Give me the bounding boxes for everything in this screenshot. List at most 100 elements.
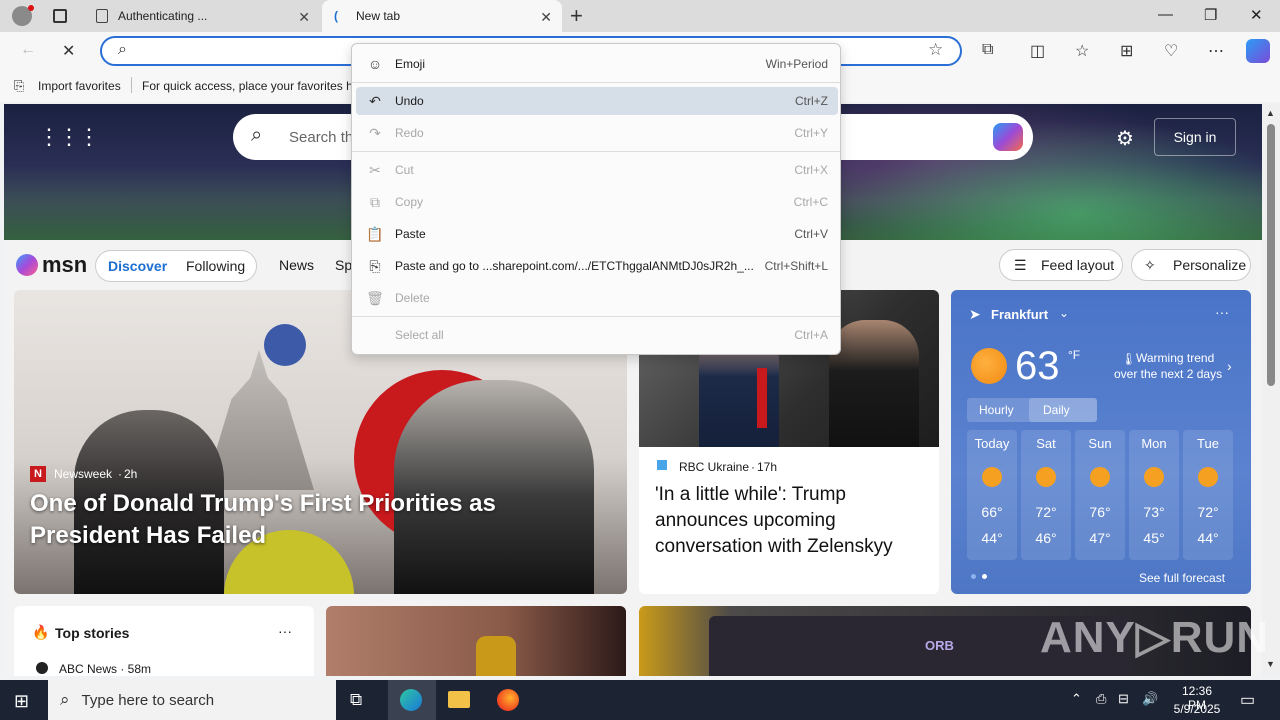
menu-item-cut[interactable]: ✂ Cut Ctrl+X <box>356 156 838 184</box>
top-stories-card: 🔥 Top stories ··· ABC News · 58m <box>14 606 314 676</box>
current-temperature: 63 <box>1015 344 1060 388</box>
close-window-button[interactable]: ✕ <box>1250 6 1263 24</box>
chevron-right-icon[interactable]: › <box>1227 358 1232 374</box>
menu-separator <box>352 151 840 152</box>
minimize-button[interactable]: — <box>1158 6 1173 23</box>
carousel-dot[interactable] <box>971 574 976 579</box>
temperature-unit[interactable]: °F <box>1068 348 1080 362</box>
feed-layout-button[interactable]: ☰ Feed layout <box>999 249 1123 281</box>
story-card[interactable] <box>326 606 626 676</box>
forecast-day[interactable]: Sat 72° 46° <box>1021 430 1071 560</box>
page-scrollbar[interactable]: ▲ ▼ <box>1262 104 1280 676</box>
edge-browser-icon[interactable] <box>400 689 422 711</box>
clock-date[interactable]: 5/9/2025 <box>1172 702 1222 716</box>
menu-item-paste[interactable]: 📋 Paste Ctrl+V <box>356 220 838 248</box>
tab-authenticating[interactable]: Authenticating ... ✕ <box>84 0 320 32</box>
chevron-up-icon[interactable]: ⌃ <box>1071 691 1082 707</box>
feed-layout-label: Feed layout <box>1041 257 1115 273</box>
copilot-icon[interactable] <box>1246 39 1270 63</box>
menu-item-emoji[interactable]: ☺ Emoji Win+Period <box>356 50 838 78</box>
new-tab-button[interactable]: + <box>570 3 583 29</box>
story-headline[interactable]: 'In a little while': Trump announces upc… <box>655 482 927 560</box>
copilot-icon[interactable] <box>993 123 1023 151</box>
performance-icon[interactable]: ♡ <box>1164 41 1178 61</box>
sun-icon <box>1144 467 1164 487</box>
menu-label: Undo <box>395 94 424 108</box>
menu-item-paste-and-go[interactable]: ⎘ Paste and go to ...sharepoint.com/.../E… <box>356 252 838 280</box>
back-arrow-icon[interactable]: ← <box>20 41 36 59</box>
menu-item-redo[interactable]: ↷ Redo Ctrl+Y <box>356 119 838 147</box>
forecast-day[interactable]: Tue 72° 44° <box>1183 430 1233 560</box>
tab-hourly[interactable]: Hourly <box>979 403 1014 417</box>
tab-news[interactable]: News <box>279 257 314 273</box>
restore-button[interactable]: ❐ <box>1204 6 1217 24</box>
windows-taskbar: ⊞ ⌕ Type here to search ⧉ ⌃ ⎙ ⊟ 🔊 12:36 … <box>0 680 1280 720</box>
personalize-label: Personalize <box>1173 257 1247 273</box>
thermometer-icon: 🌡 <box>1121 352 1137 366</box>
collections-icon[interactable]: ⊞ <box>1120 41 1133 61</box>
day-low: 47° <box>1089 530 1111 546</box>
forecast-day[interactable]: Sun 76° 47° <box>1075 430 1125 560</box>
notifications-icon[interactable]: ▭ <box>1240 690 1255 710</box>
windows-start-icon[interactable]: ⊞ <box>14 691 29 712</box>
file-explorer-icon[interactable] <box>448 691 470 708</box>
menu-item-undo[interactable]: ↶ Undo Ctrl+Z <box>356 87 838 115</box>
tab-discover[interactable]: Discover <box>108 258 167 274</box>
tab-sports[interactable]: Sp <box>335 257 352 273</box>
more-options-icon[interactable]: ··· <box>1215 304 1229 320</box>
menu-label: Copy <box>395 195 424 209</box>
weather-location[interactable]: Frankfurt <box>991 307 1048 322</box>
menu-label: Redo <box>395 126 424 140</box>
loading-spinner-icon: ( <box>334 9 338 23</box>
tab-following[interactable]: Following <box>186 258 245 274</box>
tab-new-tab[interactable]: ( New tab ✕ <box>322 0 562 32</box>
forecast-day[interactable]: Mon 73° 45° <box>1129 430 1179 560</box>
more-options-icon[interactable]: ··· <box>278 623 292 639</box>
day-low: 46° <box>1035 530 1057 546</box>
feed-toggle: Discover Following <box>95 250 257 282</box>
apps-grid-icon[interactable]: ⋮⋮⋮ <box>38 124 100 150</box>
redo-icon: ↷ <box>369 124 381 141</box>
menu-item-copy[interactable]: ⧉ Copy Ctrl+C <box>356 188 838 216</box>
scroll-up-icon[interactable]: ▲ <box>1266 108 1275 118</box>
extensions-icon[interactable]: ⧉ <box>982 41 993 59</box>
search-placeholder: Search th <box>289 129 354 146</box>
search-icon: ⌕ <box>251 124 263 146</box>
split-screen-icon[interactable]: ◫ <box>1030 41 1045 61</box>
menu-label: Paste <box>395 227 426 241</box>
firefox-icon[interactable] <box>497 689 519 711</box>
weather-card[interactable]: ➤ Frankfurt ⌄ ··· 63 °F 🌡 Warming trend … <box>951 290 1251 594</box>
scrollbar-thumb[interactable] <box>1267 124 1275 386</box>
network-icon[interactable]: ⊟ <box>1118 691 1129 707</box>
tab-daily[interactable]: Daily <box>1043 403 1070 417</box>
menu-item-select-all[interactable]: Select all Ctrl+A <box>356 321 838 349</box>
story-source[interactable]: ABC News · 58m <box>59 662 151 676</box>
stop-loading-icon[interactable]: ✕ <box>62 41 75 61</box>
settings-gear-icon[interactable]: ⚙ <box>1116 126 1134 151</box>
story-headline[interactable]: One of Donald Trump's First Priorities a… <box>30 488 610 552</box>
sign-in-button[interactable]: Sign in <box>1154 118 1236 156</box>
close-tab-icon[interactable]: ✕ <box>540 9 552 26</box>
import-favorites-link[interactable]: Import favorites <box>38 79 121 93</box>
favorite-star-icon[interactable]: ☆ <box>928 40 943 60</box>
device-icon[interactable]: ⎙ <box>1096 691 1106 707</box>
taskbar-search-input[interactable]: ⌕ Type here to search <box>48 680 336 720</box>
task-view-icon[interactable]: ⧉ <box>350 690 362 710</box>
tab-actions-icon[interactable] <box>53 9 67 23</box>
newsweek-logo-icon: N <box>30 466 46 482</box>
menu-shortcut: Ctrl+Shift+L <box>764 259 828 273</box>
menu-item-delete[interactable]: 🗑 Delete <box>356 284 838 312</box>
forecast-day[interactable]: Today 66° 44° <box>967 430 1017 560</box>
carousel-dot-active[interactable] <box>982 574 987 579</box>
close-tab-icon[interactable]: ✕ <box>298 9 310 26</box>
menu-label: Delete <box>395 291 430 305</box>
more-menu-icon[interactable]: ⋯ <box>1208 41 1224 61</box>
volume-icon[interactable]: 🔊 <box>1142 691 1158 707</box>
favorites-icon[interactable]: ☆ <box>1075 41 1089 61</box>
watermark: ANY▷RUN <box>1040 613 1270 662</box>
paste-go-icon: ⎘ <box>369 257 381 274</box>
see-full-forecast-link[interactable]: See full forecast <box>1139 571 1225 585</box>
chevron-down-icon[interactable]: ⌄ <box>1059 306 1069 320</box>
weather-trend: Warming trend <box>1136 351 1215 365</box>
personalize-button[interactable]: ✧ Personalize <box>1131 249 1251 281</box>
